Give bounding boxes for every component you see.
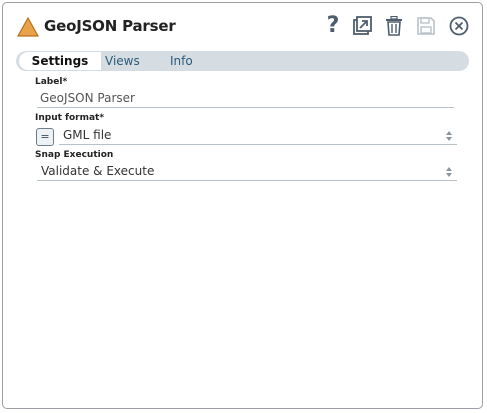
label-input[interactable]: GeoJSON Parser bbox=[37, 89, 454, 108]
select-arrows-icon bbox=[446, 131, 452, 141]
snap-execution-label: Snap Execution bbox=[35, 150, 114, 160]
tab-views[interactable]: Views bbox=[105, 51, 140, 71]
select-arrows-icon bbox=[446, 167, 452, 177]
expression-toggle-button[interactable]: = bbox=[36, 128, 54, 146]
tab-info[interactable]: Info bbox=[170, 51, 193, 71]
dialog-header: GeoJSON Parser ? bbox=[3, 3, 482, 49]
tab-bar: Settings Views Info bbox=[16, 51, 469, 71]
help-icon[interactable]: ? bbox=[321, 14, 345, 38]
snap-triangle-icon bbox=[17, 17, 39, 37]
save-icon[interactable] bbox=[414, 14, 438, 38]
snap-execution-value: Validate & Execute bbox=[41, 164, 155, 178]
geojson-parser-dialog: GeoJSON Parser ? Settings Views Info Lab… bbox=[2, 2, 483, 409]
input-format-select[interactable]: GML file bbox=[59, 126, 457, 145]
dialog-title: GeoJSON Parser bbox=[44, 17, 176, 35]
delete-icon[interactable] bbox=[382, 14, 406, 38]
label-field-label: Label* bbox=[35, 77, 68, 87]
input-format-label: Input format* bbox=[35, 113, 105, 123]
input-format-value: GML file bbox=[63, 128, 112, 142]
snap-execution-select[interactable]: Validate & Execute bbox=[37, 162, 457, 181]
export-icon[interactable] bbox=[350, 14, 374, 38]
close-icon[interactable] bbox=[447, 14, 471, 38]
tab-settings[interactable]: Settings bbox=[19, 52, 101, 70]
